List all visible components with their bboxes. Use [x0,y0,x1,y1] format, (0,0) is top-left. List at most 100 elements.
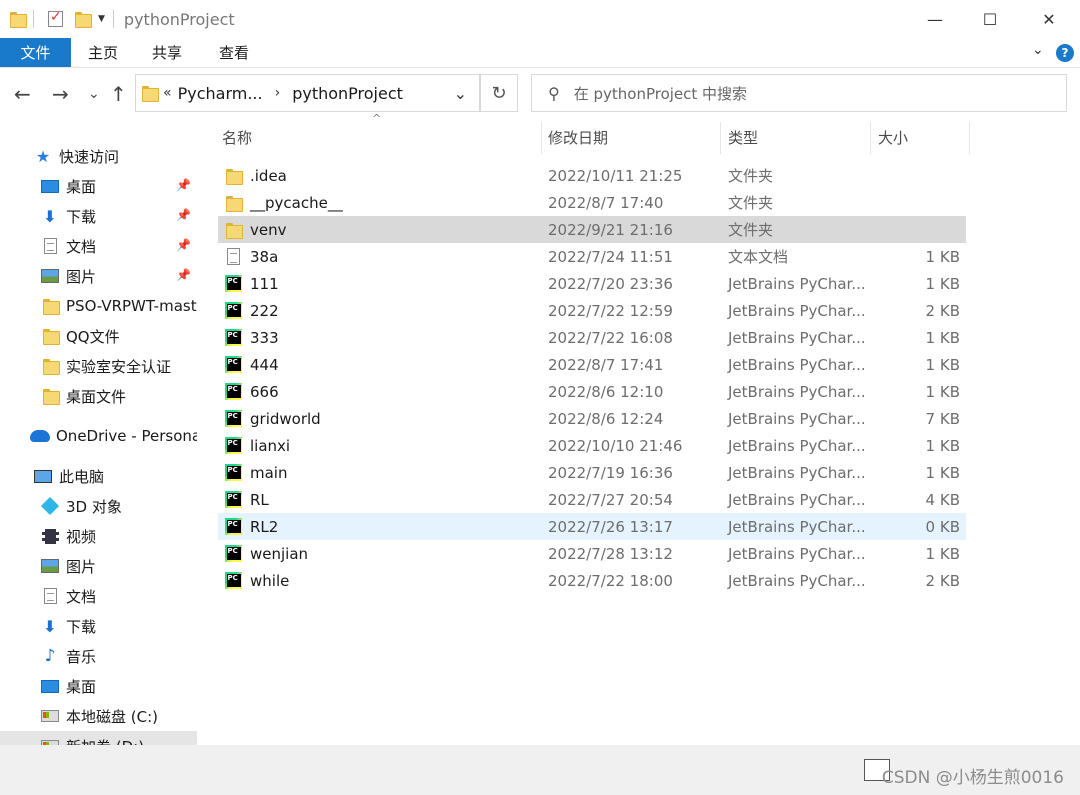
sidebar-item-downloads[interactable]: ⬇ 下载 📌 [0,201,197,231]
sidebar-item-desktop[interactable]: 桌面 📌 [0,171,197,201]
column-header-size[interactable]: 大小 [878,120,968,154]
file-name: .idea [250,166,287,185]
breadcrumb-pythonproject[interactable]: pythonProject [292,84,403,103]
sidebar-item-downloads-pc[interactable]: ⬇ 下载 [0,611,197,641]
column-divider[interactable] [720,122,721,154]
search-input[interactable]: 在 pythonProject 中搜索 [574,83,747,104]
tab-view[interactable]: 查看 [199,38,269,67]
file-row[interactable]: .idea 2022/10/11 21:25 文件夹 [218,162,966,189]
maximize-button[interactable]: ☐ [963,0,1017,38]
file-row[interactable]: lianxi 2022/10/10 21:46 JetBrains PyChar… [218,432,966,459]
file-row[interactable]: 38a 2022/7/24 11:51 文本文档 1 KB [218,243,966,270]
sidebar-item-documents[interactable]: 文档 📌 [0,231,197,261]
sidebar-item-onedrive[interactable]: OneDrive - Persona [0,421,197,451]
file-row[interactable]: 111 2022/7/20 23:36 JetBrains PyChar... … [218,270,966,297]
sidebar-item-qq-files[interactable]: QQ文件 [0,321,197,351]
column-divider[interactable] [969,122,970,154]
sidebar-item-pictures-pc[interactable]: 图片 [0,551,197,581]
file-type: 文件夹 [728,194,774,212]
file-row[interactable]: main 2022/7/19 16:36 JetBrains PyChar...… [218,459,966,486]
close-button[interactable]: ✕ [1022,0,1076,38]
file-type: JetBrains PyChar... [728,463,866,482]
file-row[interactable]: RL2 2022/7/26 13:17 JetBrains PyChar... … [218,513,966,540]
new-folder-icon[interactable] [75,12,92,28]
file-name: lianxi [250,436,291,455]
sidebar-item-local-disk-c[interactable]: 本地磁盘 (C:) [0,701,197,731]
file-date: 2022/7/27 20:54 [548,490,673,509]
music-icon: ♪ [44,646,56,666]
file-name: 111 [250,274,279,293]
back-button[interactable]: ← [14,82,31,106]
sidebar-item-videos[interactable]: 视频 [0,521,197,551]
pin-icon[interactable]: 📌 [176,178,191,192]
address-dropdown-icon[interactable]: ⌄ [454,84,467,103]
status-bar: CSDN @小杨生煎0016 [0,745,1080,795]
ribbon: 文件 主页 共享 查看 ⌄ ? [0,38,1080,68]
refresh-button[interactable]: ↻ [480,74,518,112]
file-row[interactable]: 222 2022/7/22 12:59 JetBrains PyChar... … [218,297,966,324]
sidebar-item-label: 下载 [66,207,97,226]
file-type: JetBrains PyChar... [728,274,866,293]
address-bar[interactable]: « Pycharm... › pythonProject ⌄ [135,74,480,112]
file-type: 文件夹 [728,167,774,185]
tab-file[interactable]: 文件 [0,38,71,67]
address-prefix[interactable]: « [163,85,172,101]
file-row[interactable]: venv 2022/9/21 21:16 文件夹 [218,216,966,243]
file-date: 2022/8/6 12:10 [548,382,664,401]
file-row[interactable]: while 2022/7/22 18:00 JetBrains PyChar..… [218,567,966,594]
file-date: 2022/7/19 16:36 [548,463,673,482]
sidebar-item-music[interactable]: ♪ 音乐 [0,641,197,671]
pycharm-file-icon [224,410,242,427]
file-name: __pycache__ [250,193,343,212]
sidebar-item-documents-pc[interactable]: 文档 [0,581,197,611]
forward-button[interactable]: → [52,82,69,106]
sidebar-item-label: 文档 [66,237,97,256]
recent-locations-button[interactable]: ⌄ [88,86,100,102]
star-icon: ★ [35,146,51,166]
file-name: while [250,571,290,590]
sidebar-item-label: 图片 [66,557,97,576]
file-name: 222 [250,301,279,320]
sidebar-item-pso-vrpwt[interactable]: PSO-VRPWT-mast [0,291,197,321]
column-header-date[interactable]: 修改日期 [548,120,718,154]
sidebar-item-desktop-files[interactable]: 桌面文件 [0,381,197,411]
sidebar-item-quick-access[interactable]: ★ 快速访问 [0,141,197,171]
column-header-name[interactable]: 名称 [222,120,540,154]
customize-toolbar-icon[interactable]: ▼ [98,14,105,24]
sidebar-item-3d-objects[interactable]: 3D 对象 [0,491,197,521]
title-bar: ▼ pythonProject — ☐ ✕ [0,0,1080,38]
file-row[interactable]: 444 2022/8/7 17:41 JetBrains PyChar... 1… [218,351,966,378]
navigation-bar: ← → ⌄ ↑ « Pycharm... › pythonProject ⌄ ↻… [0,68,1080,120]
sidebar-item-label: QQ文件 [66,327,120,346]
file-row[interactable]: 666 2022/8/6 12:10 JetBrains PyChar... 1… [218,378,966,405]
sidebar-item-pictures[interactable]: 图片 📌 [0,261,197,291]
breadcrumb-pycharm[interactable]: Pycharm... [178,84,263,103]
file-row[interactable]: RL 2022/7/27 20:54 JetBrains PyChar... 4… [218,486,966,513]
file-row[interactable]: gridworld 2022/8/6 12:24 JetBrains PyCha… [218,405,966,432]
file-row[interactable]: 333 2022/7/22 16:08 JetBrains PyChar... … [218,324,966,351]
up-button[interactable]: ↑ [110,82,127,106]
pin-icon[interactable]: 📌 [176,268,191,282]
local-disk-icon [41,710,59,722]
file-row[interactable]: __pycache__ 2022/8/7 17:40 文件夹 [218,189,966,216]
column-divider[interactable] [870,122,871,154]
pin-icon[interactable]: 📌 [176,208,191,222]
column-header-type[interactable]: 类型 [728,120,868,154]
file-name: 333 [250,328,279,347]
sidebar-item-lab-safety[interactable]: 实验室安全认证 [0,351,197,381]
help-icon[interactable]: ? [1056,44,1074,62]
search-box[interactable]: ⚲ 在 pythonProject 中搜索 [531,74,1067,112]
minimize-button[interactable]: — [908,0,962,38]
folder-icon [42,359,60,375]
sidebar-item-desktop-pc[interactable]: 桌面 [0,671,197,701]
sidebar-item-this-pc[interactable]: 此电脑 [0,461,197,491]
tab-share[interactable]: 共享 [135,38,199,67]
file-row[interactable]: wenjian 2022/7/28 13:12 JetBrains PyChar… [218,540,966,567]
properties-icon[interactable] [48,9,63,27]
file-size: 1 KB [925,544,960,563]
pin-icon[interactable]: 📌 [176,238,191,252]
sidebar-item-drive-d[interactable]: 新加卷 (D:) [0,731,197,745]
tab-home[interactable]: 主页 [71,38,135,67]
expand-ribbon-icon[interactable]: ⌄ [1032,42,1044,58]
column-divider[interactable] [541,122,542,154]
